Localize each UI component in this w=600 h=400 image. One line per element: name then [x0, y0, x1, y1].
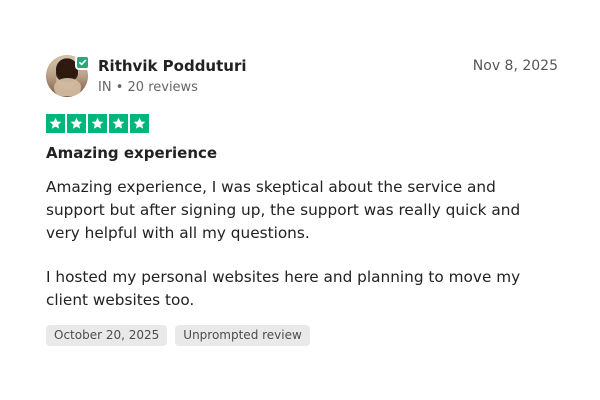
reviewer-review-count[interactable]: 20 reviews: [128, 80, 198, 95]
star-icon: [130, 114, 149, 133]
experience-date-tag: October 20, 2025: [46, 325, 168, 347]
review-body: Amazing experience, I was skeptical abou…: [46, 176, 558, 311]
reviewer-name[interactable]: Rithvik Podduturi: [98, 56, 247, 76]
review-title: Amazing experience: [46, 144, 218, 162]
star-rating: [46, 114, 558, 133]
review-paragraph-2: I hosted my personal websites here and p…: [46, 268, 521, 309]
unprompted-review-tag[interactable]: Unprompted review: [175, 325, 310, 347]
star-icon: [88, 114, 107, 133]
reviewer-info: Rithvik Podduturi IN • 20 reviews: [98, 55, 247, 96]
review-header: Rithvik Podduturi IN • 20 reviews Nov 8,…: [46, 55, 558, 99]
verified-check-icon: [75, 55, 90, 70]
star-icon: [46, 114, 65, 133]
review-paragraph-1: Amazing experience, I was skeptical abou…: [46, 178, 521, 242]
star-icon: [67, 114, 86, 133]
review-tags: October 20, 2025 Unprompted review: [46, 325, 558, 347]
reviewer-avatar-wrapper[interactable]: [46, 55, 90, 97]
meta-separator: •: [115, 80, 124, 95]
star-icon: [109, 114, 128, 133]
checkmark-icon: [78, 59, 87, 66]
review-card: Rithvik Podduturi IN • 20 reviews Nov 8,…: [0, 0, 600, 400]
reviewer-country-code: IN: [98, 80, 112, 95]
reviewer-meta: IN • 20 reviews: [98, 79, 247, 96]
review-date: Nov 8, 2025: [472, 58, 558, 74]
